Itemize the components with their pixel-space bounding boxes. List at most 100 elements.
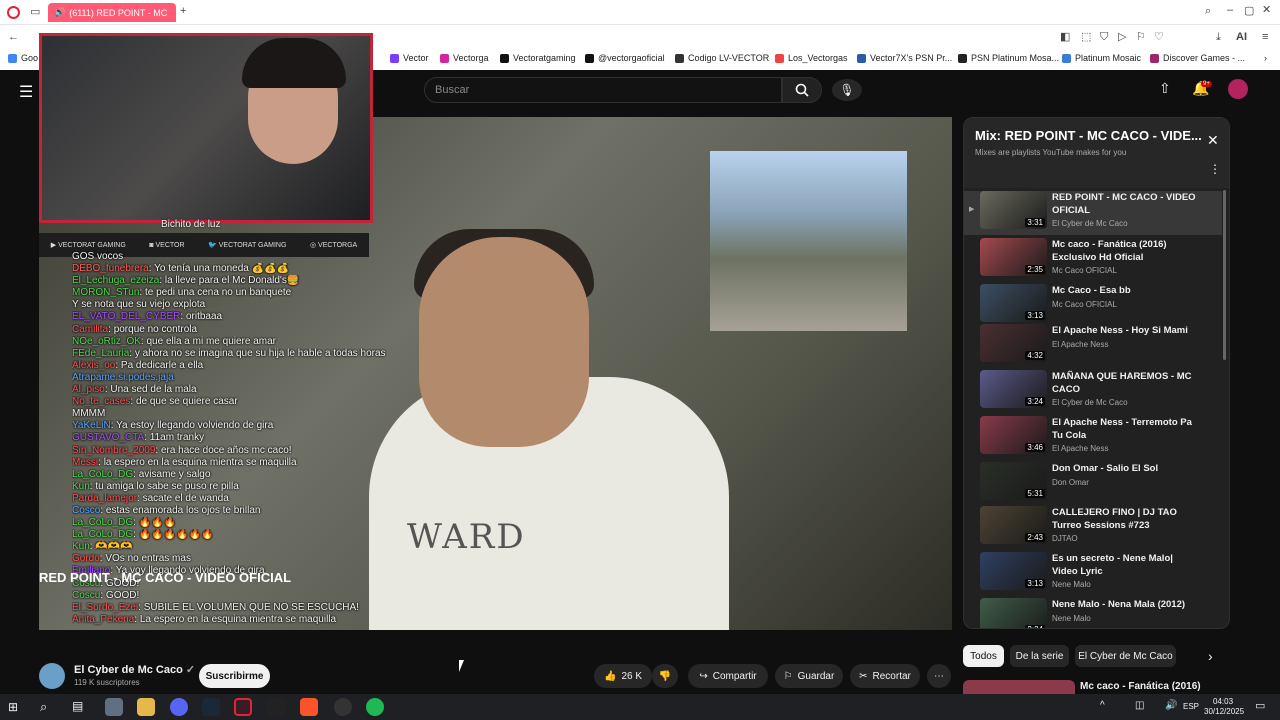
bookmark-item[interactable]: Vector: [390, 53, 429, 63]
channel-name[interactable]: El Cyber de Mc Caco ✓: [74, 663, 195, 676]
file-manager-icon[interactable]: [105, 698, 123, 716]
tray-chevron-icon[interactable]: ^: [1100, 700, 1105, 711]
playlist-thumbnail[interactable]: 2:43: [980, 506, 1047, 544]
playlist-item-title[interactable]: RED POINT - MC CACO - VIDEO OFICIAL: [1052, 192, 1197, 217]
close-window-icon[interactable]: ✕: [1262, 5, 1271, 16]
playlist-thumbnail[interactable]: 4:32: [980, 324, 1047, 362]
account-avatar[interactable]: [1228, 79, 1248, 99]
screenshot-icon[interactable]: ⬚: [1081, 32, 1091, 43]
more-actions-button[interactable]: ⋯: [927, 664, 951, 688]
folder-icon[interactable]: [137, 698, 155, 716]
playlist-item[interactable]: 2:43 CALLEJERO FINO | DJ TAO Turreo Sessi…: [964, 506, 1222, 550]
bookmark-item[interactable]: Goo: [8, 53, 38, 63]
download-icon[interactable]: ⤓: [1216, 32, 1221, 43]
playlist-item[interactable]: 2:24 Nene Malo - Nena Mala (2012) Nene Mal…: [964, 598, 1222, 628]
playlist-thumbnail[interactable]: 3:24: [980, 370, 1047, 408]
discord-icon[interactable]: [170, 698, 188, 716]
windows-start-icon[interactable]: ⊞: [8, 700, 18, 714]
playlist-thumbnail[interactable]: 2:24: [980, 598, 1047, 628]
playlist-item-title[interactable]: El Apache Ness - Terremoto Pa Tu Cola: [1052, 417, 1197, 442]
opera-icon[interactable]: [234, 698, 252, 716]
heart-icon[interactable]: ♡: [1154, 32, 1164, 43]
bookmark-item[interactable]: @vectorgaoficial: [585, 53, 665, 63]
clock-time[interactable]: 04:03: [1213, 697, 1233, 706]
playlist-item[interactable]: 5:31 Don Omar - Salio El Sol Don Omar: [964, 462, 1222, 506]
bookmark-item[interactable]: Discover Games - ...: [1150, 53, 1245, 63]
playlist-item-title[interactable]: Mc Caco - Esa bb: [1052, 285, 1197, 298]
new-tab-icon[interactable]: +: [180, 6, 186, 17]
search-input[interactable]: Buscar: [424, 77, 782, 103]
playlist-thumbnail[interactable]: 2:35: [980, 238, 1047, 276]
playlist-item-title[interactable]: El Apache Ness - Hoy Si Mami: [1052, 325, 1197, 338]
app-icon[interactable]: [267, 698, 285, 716]
subscribe-button[interactable]: Suscribirme: [199, 664, 270, 688]
network-icon[interactable]: ◫: [1135, 700, 1144, 711]
steam-icon[interactable]: [202, 698, 220, 716]
playlist-item[interactable]: 2:35 Mc caco - Fanática (2016) Exclusivo …: [964, 238, 1222, 282]
bookmark-item[interactable]: Vector7X's PSN Pr...: [857, 53, 952, 63]
shield-icon[interactable]: ⛉: [1100, 32, 1108, 43]
play-icon[interactable]: ▷: [1118, 32, 1126, 43]
save-button[interactable]: ⚐ Guardar: [775, 664, 843, 688]
bookmark-icon[interactable]: ⚐: [1136, 32, 1146, 43]
kebab-menu-icon[interactable]: ⋮: [1209, 162, 1221, 176]
chip-channel[interactable]: El Cyber de Mc Caco: [1075, 645, 1176, 667]
playlist-item[interactable]: 4:32 El Apache Ness - Hoy Si Mami El Apach…: [964, 324, 1222, 368]
playlist-item[interactable]: 3:24 MAÑANA QUE HAREMOS - MC CACO El Cyber…: [964, 370, 1222, 414]
opera-logo-icon[interactable]: [7, 6, 20, 19]
playlist-item-title[interactable]: MAÑANA QUE HAREMOS - MC CACO: [1052, 371, 1197, 396]
playlist-thumbnail[interactable]: 3:31: [980, 191, 1047, 229]
playlist-item[interactable]: 3:46 El Apache Ness - Terremoto Pa Tu Col…: [964, 416, 1222, 460]
brave-icon[interactable]: [300, 698, 318, 716]
minimize-icon[interactable]: –: [1227, 5, 1233, 16]
playlist-item-title[interactable]: Don Omar - Salio El Sol: [1052, 463, 1197, 476]
playlist-thumbnail[interactable]: 3:13: [980, 284, 1047, 322]
extension-icon[interactable]: ◧: [1060, 32, 1070, 43]
playlist-thumbnail[interactable]: 3:13: [980, 552, 1047, 590]
spotify-icon[interactable]: [366, 698, 384, 716]
obs-icon[interactable]: [334, 698, 352, 716]
playlist-item[interactable]: ▶ 3:31 RED POINT - MC CACO - VIDEO OFICIAL…: [964, 191, 1222, 235]
playlist-item-title[interactable]: Mc caco - Fanática (2016) Exclusivo Hd O…: [1052, 239, 1197, 264]
bookmark-item[interactable]: Codigo LV-VECTOR: [675, 53, 769, 63]
notification-center-icon[interactable]: ▭: [1255, 699, 1265, 712]
channel-avatar[interactable]: [39, 663, 65, 689]
voice-search-icon[interactable]: 🎙: [832, 79, 862, 101]
mix-title[interactable]: Mix: RED POINT - MC CACO - VIDE...: [975, 128, 1202, 143]
workspaces-icon[interactable]: ▭: [30, 7, 40, 18]
chip-de-la-serie[interactable]: De la serie: [1010, 645, 1069, 667]
close-icon[interactable]: ✕: [1207, 132, 1219, 149]
language-indicator[interactable]: ESP: [1183, 702, 1199, 711]
next-preview-thumb[interactable]: [963, 680, 1075, 694]
bookmark-item[interactable]: Vectorga: [440, 53, 489, 63]
ai-button[interactable]: AI: [1236, 32, 1247, 43]
share-button[interactable]: ↪ Compartir: [688, 664, 768, 688]
playlist-thumbnail[interactable]: 3:46: [980, 416, 1047, 454]
playlist-item-title[interactable]: CALLEJERO FINO | DJ TAO Turreo Sessions …: [1052, 507, 1197, 532]
bookmark-item[interactable]: PSN Platinum Mosa...: [958, 53, 1059, 63]
clock-date[interactable]: 30/12/2025: [1204, 707, 1244, 716]
bookmark-item[interactable]: Los_Vectorgas: [775, 53, 848, 63]
playlist-item[interactable]: 3:13 Mc Caco - Esa bb Mc Caco OFICIAL: [964, 284, 1222, 328]
chip-todos[interactable]: Todos: [963, 645, 1004, 667]
playlist-scrollbar[interactable]: [1223, 190, 1226, 360]
bookmarks-more-icon[interactable]: ›: [1264, 53, 1267, 63]
playlist-item-title[interactable]: Nene Malo - Nena Mala (2012): [1052, 599, 1197, 612]
volume-icon[interactable]: 🔊: [1165, 700, 1177, 711]
search-icon[interactable]: ⌕: [40, 699, 47, 715]
search-button[interactable]: [782, 77, 822, 103]
bookmark-item[interactable]: Vectoratgaming: [500, 53, 576, 63]
audio-icon[interactable]: 🔊: [54, 7, 65, 18]
playlist-thumbnail[interactable]: 5:31: [980, 462, 1047, 500]
upload-icon[interactable]: ⇧: [1159, 80, 1171, 97]
maximize-icon[interactable]: ▢: [1244, 6, 1254, 17]
next-preview-title[interactable]: Mc caco - Fanática (2016): [1080, 681, 1201, 692]
hamburger-menu-icon[interactable]: ☰: [19, 82, 33, 102]
tab-active[interactable]: 🔊 (6111) RED POINT - MC: [48, 3, 176, 22]
playlist-item-title[interactable]: Es un secreto - Nene Malo| Video Lyric: [1052, 553, 1197, 578]
menu-icon[interactable]: ≡: [1262, 32, 1268, 43]
bookmark-item[interactable]: Platinum Mosaic: [1062, 53, 1141, 63]
back-icon[interactable]: ←: [8, 32, 19, 43]
task-view-icon[interactable]: ▤: [72, 699, 83, 713]
search-tabs-icon[interactable]: ⌕: [1205, 6, 1211, 17]
